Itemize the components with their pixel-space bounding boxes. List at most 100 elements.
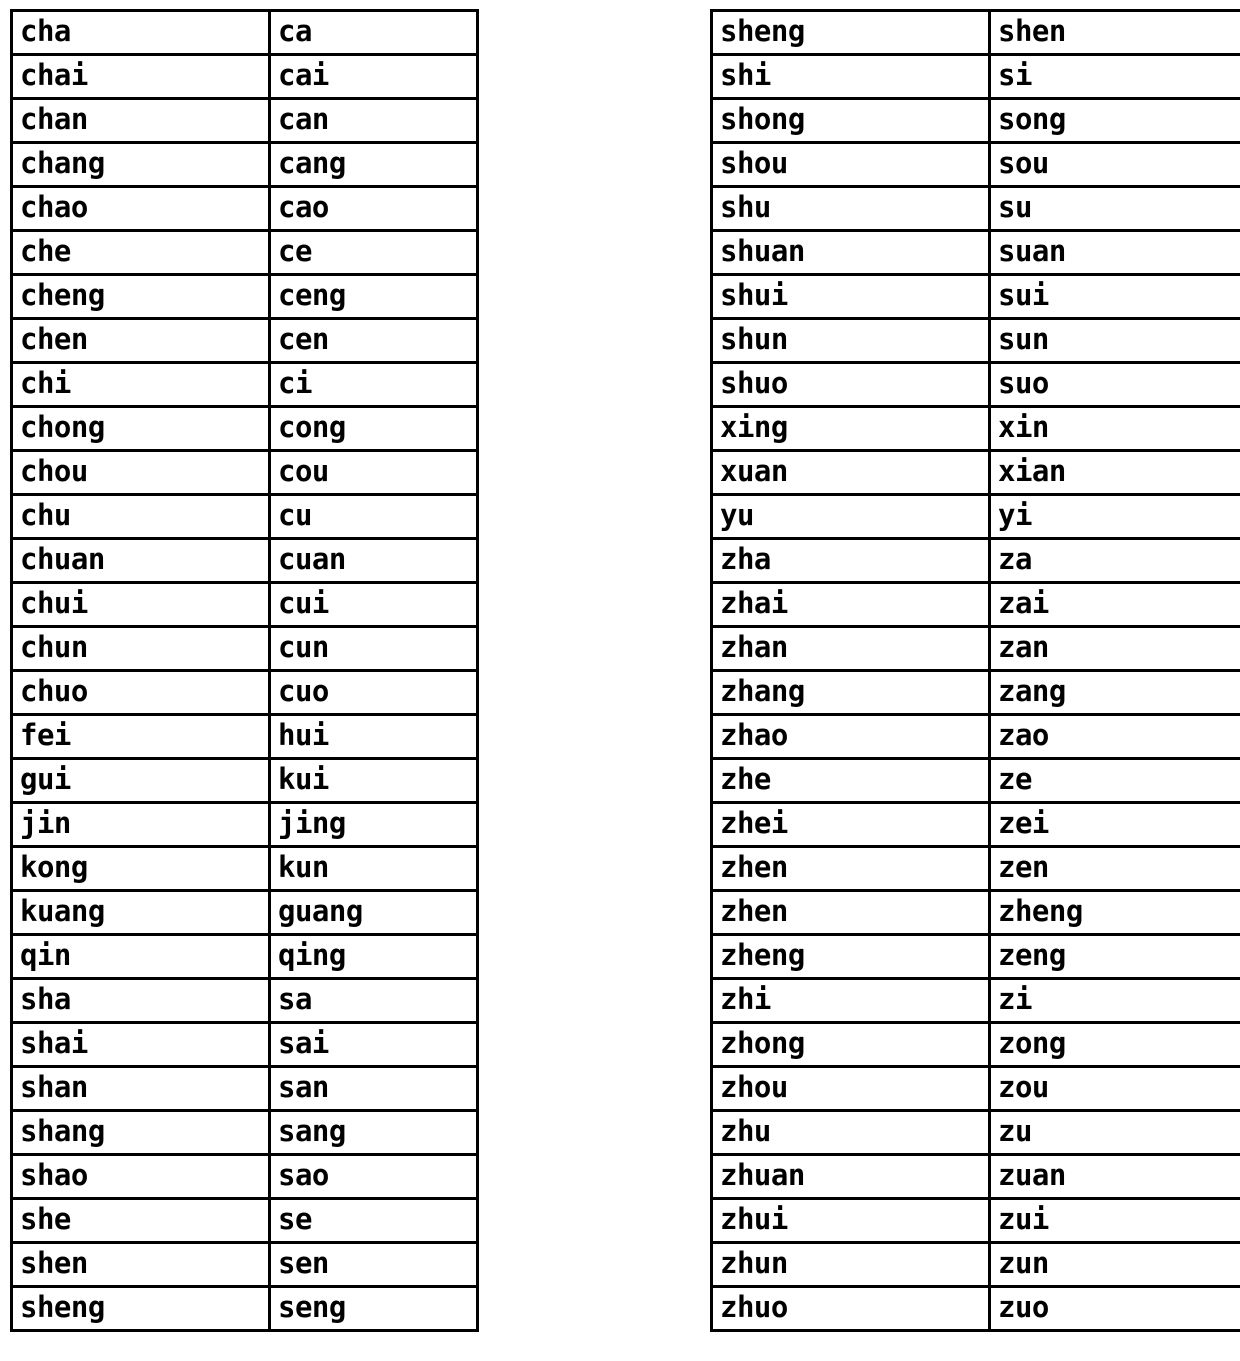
pinyin-cell-secondary: kun [268,845,479,892]
table-row: shen sen [10,1241,479,1288]
pinyin-cell-secondary: xin [988,405,1240,452]
pinyin-cell-primary: yu [710,493,991,540]
table-row: chang cang [10,141,479,188]
pinyin-cell-primary: shuo [710,361,991,408]
table-row: shan san [10,1065,479,1112]
pinyin-cell-primary: qin [10,933,271,980]
table-row: zhun zun [710,1241,1240,1288]
table-row: zhu zu [710,1109,1240,1156]
pinyin-cell-secondary: za [988,537,1240,584]
pinyin-cell-secondary: zui [988,1197,1240,1244]
pinyin-cell-primary: zhi [710,977,991,1024]
pinyin-table-left: cha ca chai cai chan can chang cang chao cao che ce… [10,9,479,1332]
table-row: xing xin [710,405,1240,452]
table-body: sheng shen shi si shong song shou sou shu su shuan… [710,9,1240,1332]
pinyin-cell-primary: gui [10,757,271,804]
table-row: sheng seng [10,1285,479,1332]
document-page: cha ca chai cai chan can chang cang chao cao che ce… [0,0,1240,1361]
table-row: chui cui [10,581,479,628]
pinyin-cell-secondary: guang [268,889,479,936]
pinyin-cell-primary: zhen [710,889,991,936]
table-row: kuang guang [10,889,479,936]
pinyin-cell-secondary: cui [268,581,479,628]
table-row: zheng zeng [710,933,1240,980]
pinyin-cell-secondary: cu [268,493,479,540]
pinyin-cell-secondary: san [268,1065,479,1112]
pinyin-cell-primary: kong [10,845,271,892]
table-row: she se [10,1197,479,1244]
pinyin-cell-primary: shong [710,97,991,144]
table-row: fei hui [10,713,479,760]
pinyin-cell-primary: shun [710,317,991,364]
table-row: yu yi [710,493,1240,540]
pinyin-cell-secondary: cuo [268,669,479,716]
pinyin-cell-primary: zhen [710,845,991,892]
pinyin-cell-secondary: ci [268,361,479,408]
table-row: zhi zi [710,977,1240,1024]
pinyin-cell-primary: zhou [710,1065,991,1112]
pinyin-cell-secondary: song [988,97,1240,144]
pinyin-cell-secondary: hui [268,713,479,760]
pinyin-cell-secondary: can [268,97,479,144]
table-row: shai sai [10,1021,479,1068]
table-row: xuan xian [710,449,1240,496]
table-row: chun cun [10,625,479,672]
pinyin-cell-secondary: ce [268,229,479,276]
pinyin-cell-secondary: qing [268,933,479,980]
pinyin-cell-primary: zhei [710,801,991,848]
table-row: zhen zen [710,845,1240,892]
pinyin-cell-primary: cha [10,9,271,56]
pinyin-cell-primary: zhuan [710,1153,991,1200]
table-row: shi si [710,53,1240,100]
pinyin-cell-secondary: ceng [268,273,479,320]
table-row: chan can [10,97,479,144]
pinyin-cell-primary: shui [710,273,991,320]
table-row: shang sang [10,1109,479,1156]
table-row: zhuo zuo [710,1285,1240,1332]
table-row: che ce [10,229,479,276]
pinyin-cell-primary: sheng [710,9,991,56]
pinyin-cell-secondary: zheng [988,889,1240,936]
pinyin-cell-secondary: zan [988,625,1240,672]
table-row: zhong zong [710,1021,1240,1068]
pinyin-cell-secondary: ca [268,9,479,56]
table-row: shao sao [10,1153,479,1200]
pinyin-cell-primary: fei [10,713,271,760]
pinyin-cell-secondary: xian [988,449,1240,496]
pinyin-cell-primary: zhuo [710,1285,991,1332]
pinyin-cell-primary: xing [710,405,991,452]
table-row: shu su [710,185,1240,232]
pinyin-cell-secondary: sa [268,977,479,1024]
pinyin-cell-secondary: sou [988,141,1240,188]
table-row: zhe ze [710,757,1240,804]
pinyin-cell-primary: xuan [710,449,991,496]
pinyin-cell-primary: zha [710,537,991,584]
pinyin-cell-primary: chi [10,361,271,408]
table-row: gui kui [10,757,479,804]
table-row: chuo cuo [10,669,479,716]
pinyin-cell-primary: shai [10,1021,271,1068]
pinyin-cell-secondary: se [268,1197,479,1244]
table-body: cha ca chai cai chan can chang cang chao cao che ce… [10,9,479,1332]
pinyin-cell-primary: zhai [710,581,991,628]
pinyin-cell-primary: chou [10,449,271,496]
pinyin-cell-primary: zhao [710,713,991,760]
pinyin-cell-primary: cheng [10,273,271,320]
pinyin-cell-primary: zhun [710,1241,991,1288]
table-row: chen cen [10,317,479,364]
pinyin-cell-secondary: cao [268,185,479,232]
pinyin-cell-secondary: zen [988,845,1240,892]
pinyin-cell-secondary: zuo [988,1285,1240,1332]
table-row: qin qing [10,933,479,980]
pinyin-cell-secondary: zeng [988,933,1240,980]
pinyin-cell-secondary: cen [268,317,479,364]
table-row: chou cou [10,449,479,496]
pinyin-cell-primary: chai [10,53,271,100]
pinyin-cell-primary: sheng [10,1285,271,1332]
pinyin-cell-secondary: zong [988,1021,1240,1068]
pinyin-cell-secondary: su [988,185,1240,232]
pinyin-cell-primary: chang [10,141,271,188]
pinyin-cell-primary: chao [10,185,271,232]
pinyin-cell-secondary: zu [988,1109,1240,1156]
pinyin-cell-primary: chuan [10,537,271,584]
